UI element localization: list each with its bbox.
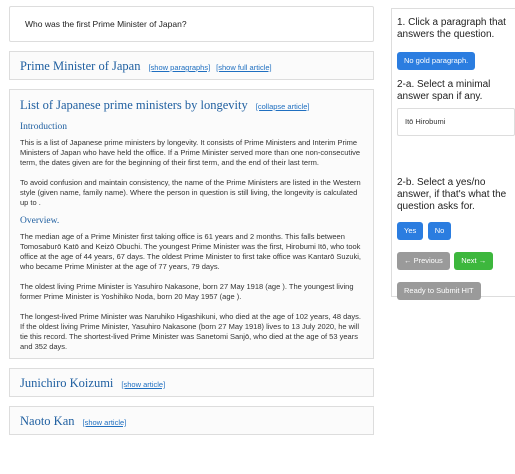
answer-span-field[interactable]: Itō Hirobumi bbox=[397, 108, 515, 136]
article-column: Who was the first Prime Minister of Japa… bbox=[9, 6, 374, 435]
article-title: Junichiro Koizumi bbox=[20, 376, 114, 390]
section-title-overview: Overview. bbox=[20, 216, 60, 226]
step-2b-instruction: 2-b. Select a yes/no answer, if that's w… bbox=[397, 177, 507, 212]
paragraph[interactable]: This is a list of Japanese prime ministe… bbox=[20, 136, 363, 170]
article-naoto-kan: Naoto Kan [show article] bbox=[9, 406, 374, 435]
step-2a-instruction: 2-a. Select a minimal answer span if any… bbox=[397, 79, 491, 102]
question-box: Who was the first Prime Minister of Japa… bbox=[9, 6, 374, 42]
article-title: Naoto Kan bbox=[20, 414, 75, 428]
paragraph[interactable]: The oldest living Prime Minister is Yasu… bbox=[20, 280, 363, 304]
show-paragraphs-link[interactable]: [show paragraphs] bbox=[148, 63, 210, 72]
article-title: Prime Minister of Japan bbox=[20, 59, 141, 73]
show-full-article-link[interactable]: [show full article] bbox=[216, 63, 271, 72]
section-title-introduction: Introduction bbox=[20, 122, 67, 132]
article-junichiro-koizumi: Junichiro Koizumi [show article] bbox=[9, 368, 374, 397]
ready-to-submit-button[interactable]: Ready to Submit HIT bbox=[397, 282, 481, 300]
show-article-link[interactable]: [show article] bbox=[83, 418, 127, 427]
step-1-instruction: 1. Click a paragraph that answers the qu… bbox=[397, 17, 506, 40]
show-article-link[interactable]: [show article] bbox=[121, 380, 165, 389]
previous-button[interactable]: ← Previous bbox=[397, 252, 450, 270]
article-title: List of Japanese prime ministers by long… bbox=[20, 98, 248, 112]
no-gold-paragraph-button[interactable]: No gold paragraph. bbox=[397, 52, 476, 70]
paragraph[interactable]: The longest-lived Prime Minister was Nar… bbox=[20, 310, 363, 354]
article-prime-minister-of-japan: Prime Minister of Japan [show paragraphs… bbox=[9, 51, 374, 80]
annotation-panel: 1. Click a paragraph that answers the qu… bbox=[391, 8, 515, 300]
yes-button[interactable]: Yes bbox=[397, 222, 424, 240]
article-longevity: List of Japanese prime ministers by long… bbox=[9, 89, 374, 359]
collapse-article-link[interactable]: [collapse article] bbox=[256, 102, 310, 111]
next-button[interactable]: Next → bbox=[454, 252, 494, 270]
paragraph[interactable]: The median age of a Prime Minister first… bbox=[20, 230, 363, 274]
no-button[interactable]: No bbox=[427, 222, 452, 240]
paragraph[interactable]: To avoid confusion and maintain consiste… bbox=[20, 176, 363, 210]
